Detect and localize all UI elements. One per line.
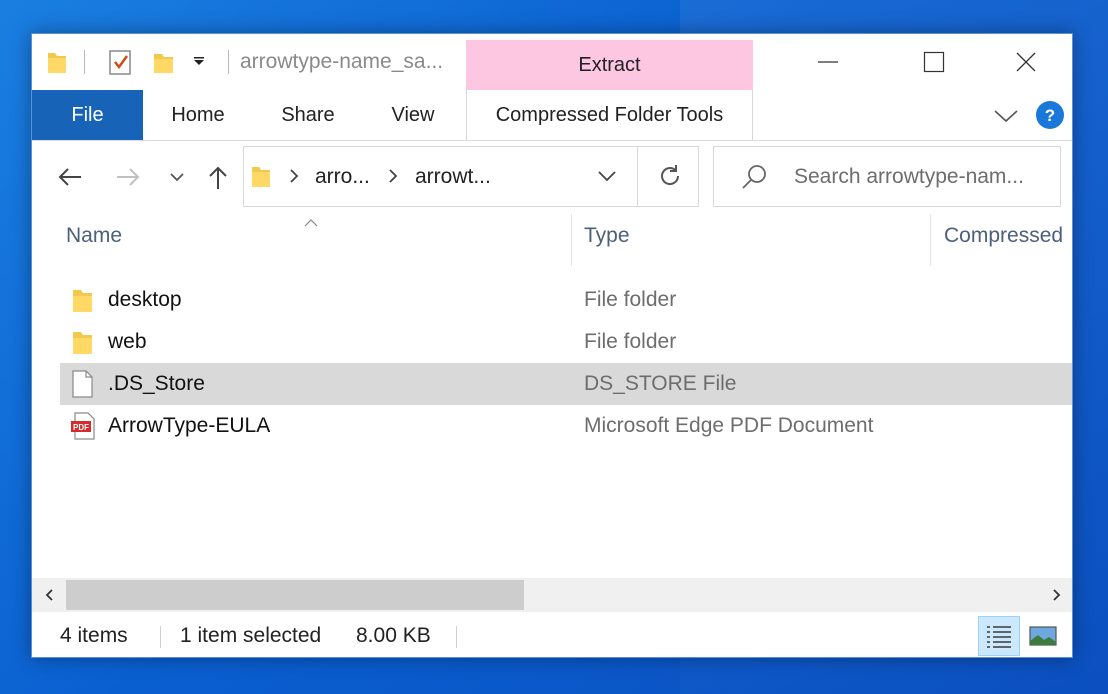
folder-address-icon (250, 162, 272, 195)
new-folder-icon[interactable] (152, 46, 176, 78)
window-title: arrowtype-name_sa... (240, 50, 444, 73)
selection-size: 8.00 KB (356, 624, 431, 647)
file-name: desktop (108, 288, 182, 311)
recent-locations-chevron-icon[interactable] (159, 159, 195, 195)
folder-icon (70, 327, 100, 357)
file-name: ArrowType-EULA (108, 414, 271, 437)
column-header-name[interactable]: Name (66, 224, 122, 248)
back-arrow-icon[interactable] (52, 159, 88, 195)
large-icons-view-icon[interactable] (1022, 616, 1064, 656)
status-separator (160, 626, 161, 648)
tab-share[interactable]: Share (268, 90, 348, 140)
pdf-badge-label: PDF (73, 423, 89, 432)
svg-text:?: ? (1045, 106, 1055, 125)
minimize-button[interactable] (782, 40, 874, 84)
tab-extract[interactable]: Extract (466, 40, 753, 90)
qat-separator (228, 50, 229, 74)
search-icon (740, 163, 768, 196)
horizontal-scrollbar[interactable] (32, 578, 1072, 612)
tab-view[interactable]: View (380, 90, 446, 140)
properties-icon[interactable] (108, 46, 134, 78)
column-divider[interactable] (930, 214, 931, 266)
file-row-ds-store[interactable]: .DS_Store DS_STORE File (60, 363, 1072, 405)
tab-compressed-folder-tools[interactable]: Compressed Folder Tools (467, 90, 752, 140)
details-view-icon[interactable] (978, 616, 1020, 656)
customize-qat-dropdown-icon[interactable] (192, 46, 208, 78)
tab-file[interactable]: File (32, 90, 143, 140)
qat-separator (84, 50, 85, 74)
status-separator (456, 626, 457, 648)
close-button[interactable] (980, 40, 1072, 84)
column-header-type[interactable]: Type (584, 224, 630, 248)
ribbon-tabs: File Home Share View Compressed Folder T… (32, 90, 1072, 141)
folder-small-icon (46, 46, 68, 78)
refresh-icon[interactable] (657, 163, 683, 194)
help-icon[interactable]: ? (1032, 97, 1068, 133)
breadcrumb-chevron-icon[interactable] (288, 168, 300, 189)
scrollbar-thumb[interactable] (66, 580, 524, 610)
expand-ribbon-chevron-icon[interactable] (988, 98, 1024, 134)
file-type: File folder (584, 288, 677, 311)
maximize-button[interactable] (888, 40, 980, 84)
column-divider[interactable] (571, 214, 572, 266)
file-name: .DS_Store (108, 372, 205, 395)
file-explorer-window: arrowtype-name_sa... Extract File Home S… (31, 33, 1073, 658)
breadcrumb-chevron-icon[interactable] (387, 168, 399, 189)
status-bar: 4 items 1 item selected 8.00 KB (32, 612, 1072, 657)
pdf-icon: PDF (70, 411, 100, 441)
file-row-web[interactable]: web File folder (60, 321, 1072, 363)
scroll-right-arrow-icon[interactable] (1040, 578, 1072, 612)
breadcrumb-segment[interactable]: arro... (315, 165, 370, 189)
item-count: 4 items (60, 624, 128, 647)
file-type: Microsoft Edge PDF Document (584, 414, 874, 437)
file-name: web (108, 330, 147, 353)
search-input[interactable]: Search arrowtype-nam... (794, 165, 1024, 189)
context-tab-group: Compressed Folder Tools (466, 90, 753, 140)
navigation-bar: arro... arrowt... Search arrowtype-nam..… (32, 141, 1072, 211)
up-arrow-icon[interactable] (200, 159, 236, 195)
column-header-compressed[interactable]: Compressed (944, 224, 1063, 248)
selection-info: 1 item selected (180, 624, 322, 647)
title-bar: arrowtype-name_sa... Extract (32, 34, 1072, 90)
address-history-chevron-icon[interactable] (597, 169, 617, 188)
sort-indicator-icon (304, 214, 318, 232)
tab-home[interactable]: Home (156, 90, 240, 140)
address-divider (637, 147, 638, 206)
file-row-desktop[interactable]: desktop File folder (60, 279, 1072, 321)
scroll-left-arrow-icon[interactable] (32, 578, 66, 612)
forward-arrow-icon[interactable] (110, 159, 146, 195)
folder-icon (70, 285, 100, 315)
breadcrumb-segment[interactable]: arrowt... (415, 165, 491, 189)
address-bar[interactable]: arro... arrowt... (243, 146, 699, 207)
file-icon (70, 369, 100, 399)
search-box[interactable]: Search arrowtype-nam... (713, 146, 1061, 207)
file-type: DS_STORE File (584, 372, 737, 395)
file-row-arrowtype-eula[interactable]: PDF ArrowType-EULA Microsoft Edge PDF Do… (60, 405, 1072, 447)
file-type: File folder (584, 330, 677, 353)
